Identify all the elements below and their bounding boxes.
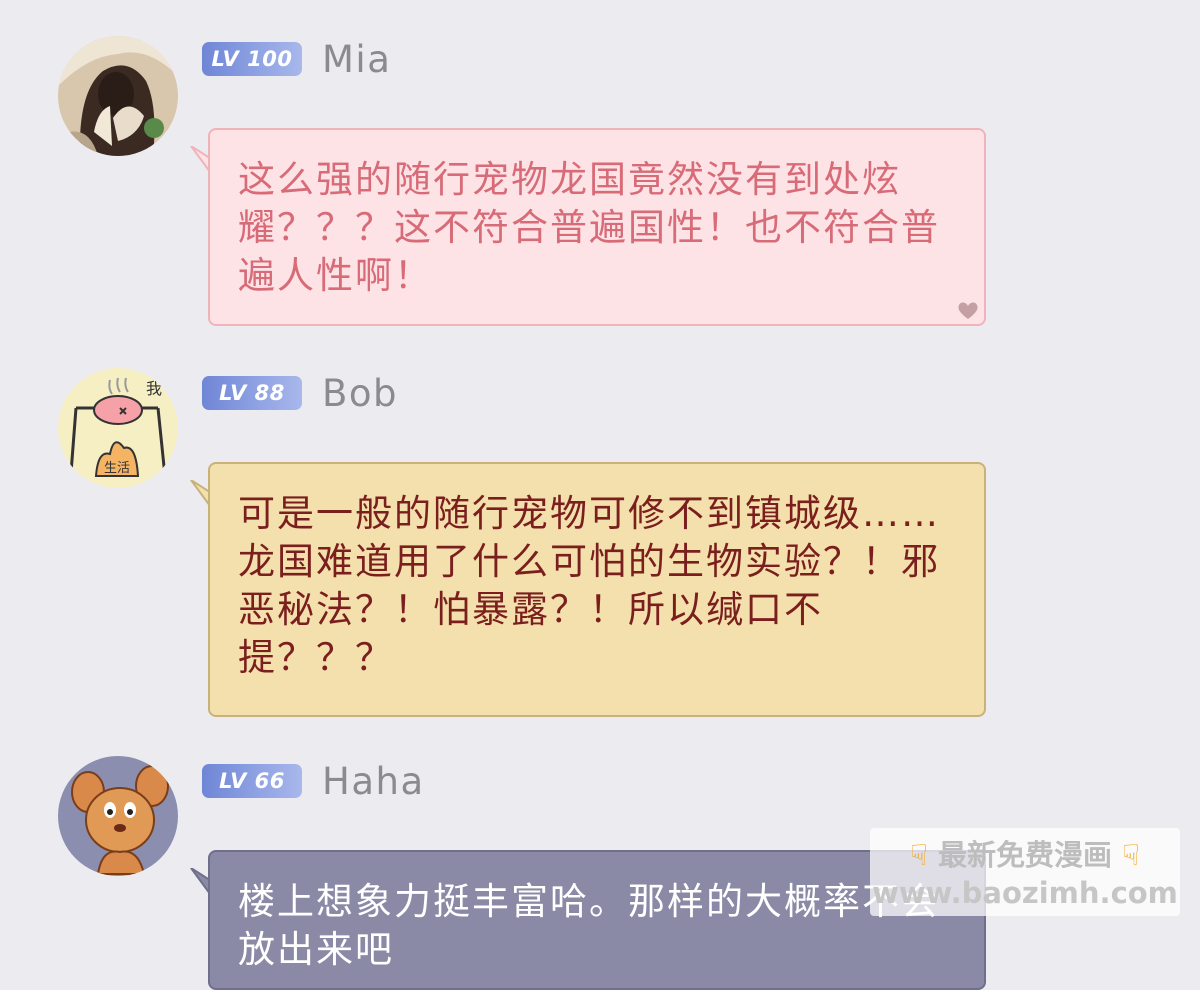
watermark: ☟ 最新免费漫画 ☟ www.baozimh.com [870,828,1180,916]
avatar-caption: 我 [146,379,162,398]
avatar-caption: 生活 [104,461,130,476]
pointing-hand-icon: ☟ [1122,838,1140,872]
username[interactable]: Haha [322,760,425,804]
message-bubble[interactable]: 这么强的随行宠物龙国竟然没有到处炫耀？？？这不符合普遍国性！也不符合普遍人性啊！ [208,128,986,326]
username[interactable]: Bob [322,372,398,416]
level-badge: LV 66 [202,764,302,798]
level-badge: LV 88 [202,376,302,410]
watermark-line1: ☟ 最新免费漫画 ☟ [910,838,1140,872]
roasting-pig-avatar-icon: 生活 我 [58,368,178,488]
message-text: 楼上想象力挺丰富哈。那样的大概率不会放出来吧 [238,880,940,971]
girl-portrait-avatar-icon [58,36,178,156]
level-badge: LV 100 [202,42,302,76]
message-bubble[interactable]: 可是一般的随行宠物可修不到镇城级……龙国难道用了什么可怕的生物实验？！邪恶秘法？… [208,462,986,717]
watermark-line2: www.baozimh.com [872,876,1178,910]
heart-icon [958,302,978,319]
username[interactable]: Mia [322,38,391,82]
cartoon-mouse-avatar-icon [58,756,178,876]
message-text: 这么强的随行宠物龙国竟然没有到处炫耀？？？这不符合普遍国性！也不符合普遍人性啊！ [238,158,940,297]
user-avatar[interactable]: 生活 我 [58,368,178,488]
message-text: 可是一般的随行宠物可修不到镇城级……龙国难道用了什么可怕的生物实验？！邪恶秘法？… [238,492,940,679]
pointing-hand-icon: ☟ [910,838,928,872]
user-avatar[interactable] [58,756,178,876]
user-avatar[interactable] [58,36,178,156]
